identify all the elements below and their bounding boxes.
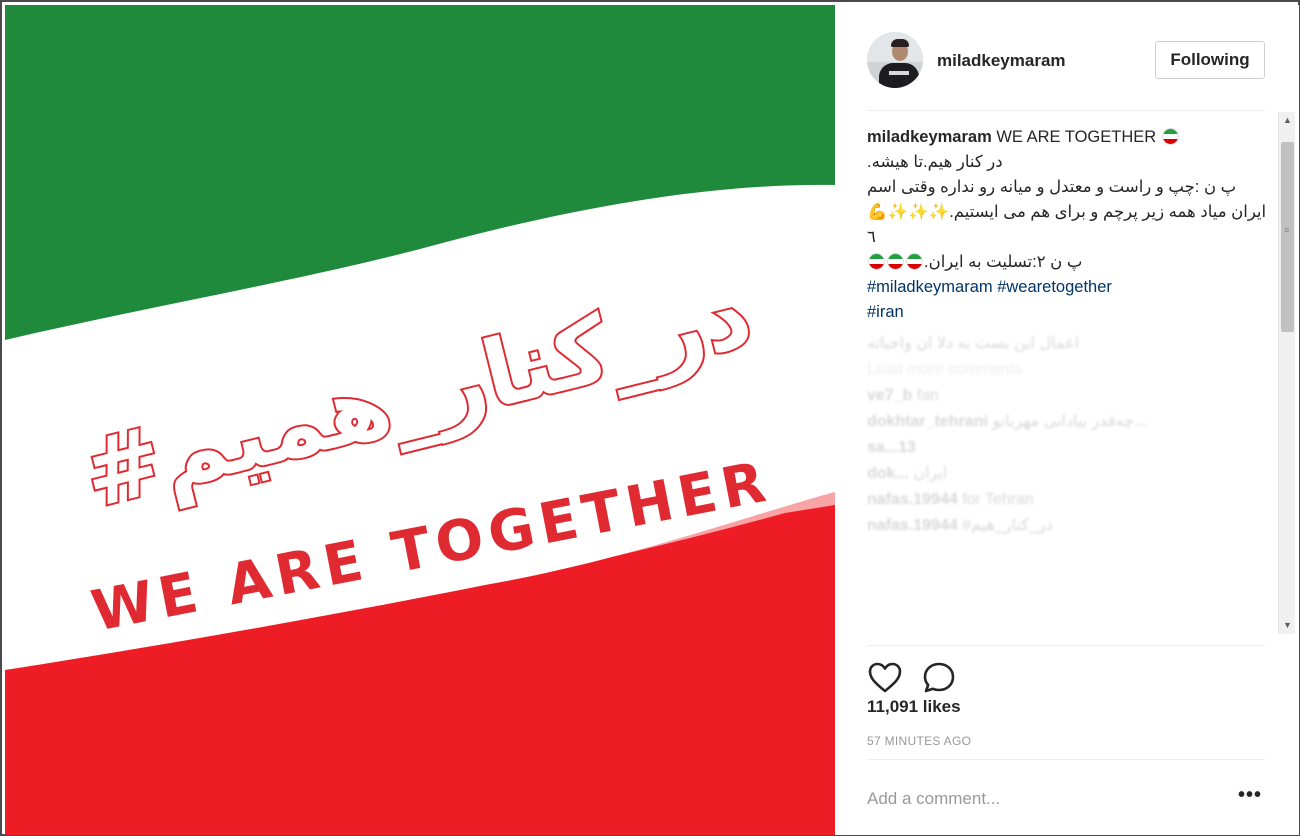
scroll-up-arrow-icon[interactable]: ▲ [1279,112,1296,129]
post-caption: miladkeymaram WE ARE TOGETHER در کنار هی… [867,125,1267,325]
iran-flag-artwork: #در_کنار_همیم WE ARE TOGETHER [5,5,835,835]
hashtag-link[interactable]: #iran [867,303,904,321]
comment-username[interactable]: dok... [867,465,909,482]
caption-line-6: پ ن ۲:تسلیت به ایران. [924,253,1083,271]
comment-row: dokhtar_tehrani چه‌قدر بیادانی مهربانو..… [867,409,1279,435]
comment-text: #در_کنار_هیم [962,517,1053,534]
comment-row: ve7_b fan [867,383,1279,409]
caption-line-4: ایران میاد همه زیر پرچم و برای هم می ایس… [949,203,1267,221]
comment-text: چه‌قدر بیادانی مهربانو... [992,413,1148,430]
post-window: #در_کنار_همیم WE ARE TOGETHER miladkeyma… [0,0,1300,836]
hashtag-link[interactable]: #miladkeymaram [867,278,993,296]
caption-line-2: در کنار هیم.تا هیشه. [867,153,1003,171]
comment-row: sa...13 [867,435,1279,461]
post-side-panel: miladkeymaram Following miladkeymaram WE… [835,5,1299,835]
caption-line-3: پ ن :چپ و راست و معتدل و میانه رو نداره … [867,178,1237,196]
comments-scrollbar[interactable]: ▲ ≡ ▼ [1278,112,1295,634]
scrollbar-thumb[interactable]: ≡ [1281,142,1294,332]
faded-comments: اعمال این بست به دلا ان واجباته Load mor… [867,331,1279,539]
caption-line-5: ٦ [867,228,876,246]
comment-row: اعمال این بست به دلا ان واجباته [867,335,1080,352]
username-link[interactable]: miladkeymaram [937,51,1066,71]
post-image[interactable]: #در_کنار_همیم WE ARE TOGETHER [5,5,835,835]
post-header: miladkeymaram Following [867,27,1265,111]
post-actions [867,645,1265,701]
comment-text: ایران [913,465,948,482]
comment-row: nafas.19944 #در_کنار_هیم [867,513,1279,539]
comment-username[interactable]: ve7_b [867,387,912,404]
add-comment-section: ••• [867,759,1265,835]
comment-username[interactable]: nafas.19944 [867,491,958,508]
scrollbar-grip-icon: ≡ [1284,225,1290,235]
caption-hashtags-2: #iran [867,300,1267,325]
comment-username[interactable]: dokhtar_tehrani [867,413,988,430]
iran-flag-icon [1161,128,1179,145]
comment-text: fan [916,387,940,404]
following-button[interactable]: Following [1155,41,1265,79]
comment-row: dok... ایران [867,461,1279,487]
likes-count[interactable]: 11,091 likes [867,697,961,717]
iran-flag-icon [868,253,885,270]
caption-hashtags: #miladkeymaram #wearetogether [867,275,1267,300]
more-options-icon[interactable]: ••• [1235,785,1265,811]
scroll-down-arrow-icon[interactable]: ▼ [1279,617,1296,634]
comment-username[interactable]: sa...13 [867,439,916,456]
comment-username[interactable]: nafas.19944 [867,517,958,534]
iran-flag-icon [906,253,923,270]
comment-text: for Tehran [962,491,1034,508]
comment-row: nafas.19944 for Tehran [867,487,1279,513]
flexed-biceps-icon: 💪 [867,203,888,221]
avatar[interactable] [867,32,923,88]
heart-icon[interactable] [867,660,903,696]
caption-username[interactable]: miladkeymaram [867,128,992,146]
post-timestamp[interactable]: 57 MINUTES AGO [867,734,971,748]
caption-line-1: WE ARE TOGETHER [996,128,1157,146]
add-comment-input[interactable] [867,780,1207,818]
iran-flag-icon [887,253,904,270]
comment-icon[interactable] [921,660,957,696]
hashtag-link[interactable]: #wearetogether [997,278,1112,296]
comments-list[interactable]: miladkeymaram WE ARE TOGETHER در کنار هی… [867,125,1279,637]
sparkles-icon: ✨✨✨ [887,203,950,221]
load-more-comments[interactable]: Load more comments [867,357,1279,383]
